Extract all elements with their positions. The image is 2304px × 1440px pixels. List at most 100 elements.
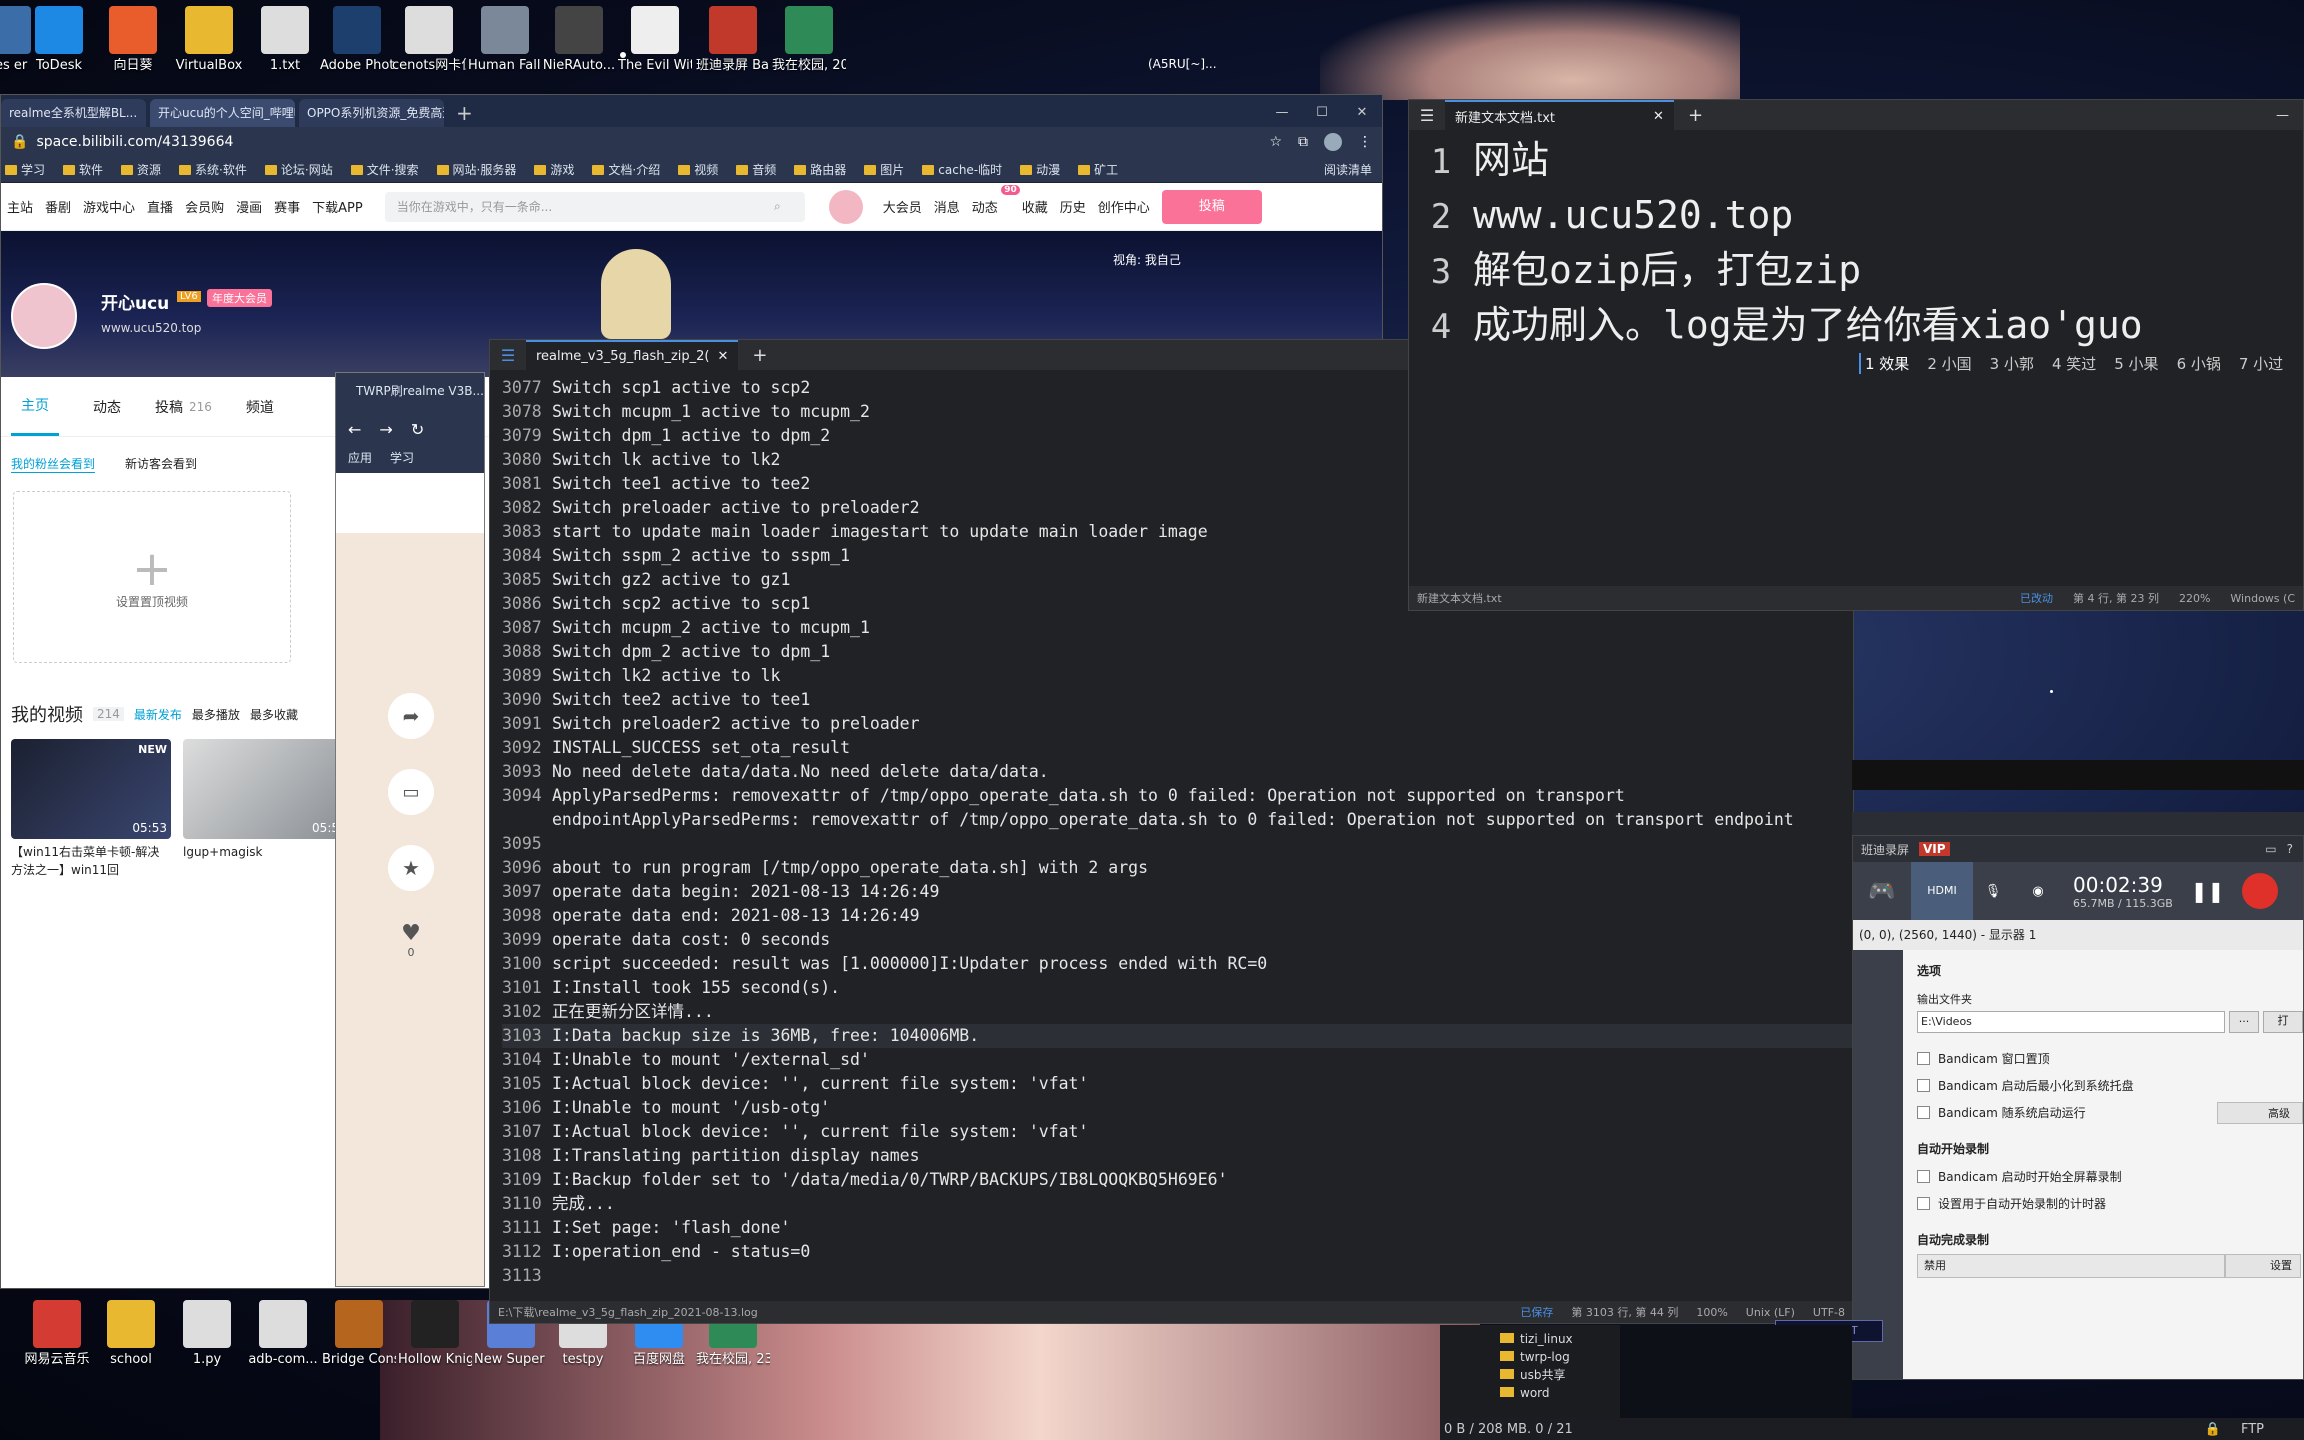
- bookmark-item[interactable]: 软件: [63, 161, 103, 178]
- log-line[interactable]: 3110 完成...: [502, 1192, 1853, 1216]
- desktop-icon[interactable]: VirtualBox: [172, 6, 246, 74]
- inner-browser-tab[interactable]: TWRP刷realme V3B...: [336, 373, 484, 409]
- share-icon[interactable]: ➦: [388, 693, 434, 739]
- open-folder-button[interactable]: 打: [2263, 1011, 2303, 1033]
- log-line[interactable]: 3091 Switch preloader2 active to preloade…: [502, 712, 1853, 736]
- hamburger-icon[interactable]: ☰: [1409, 106, 1445, 125]
- favorite-icon[interactable]: ★: [388, 845, 434, 891]
- menu-icon[interactable]: ⋮: [1358, 134, 1372, 150]
- minimize-icon[interactable]: —: [1262, 99, 1302, 127]
- profile-icon[interactable]: [1324, 133, 1342, 151]
- log-line[interactable]: 3107 I:Actual block device: '', current f…: [502, 1120, 1853, 1144]
- tab-close-icon[interactable]: ✕: [1653, 109, 1664, 124]
- note-content[interactable]: 1 网站 2 www.ucu520.top 3 解包ozip后，打包zip 4 成功刷入。lo…: [1409, 130, 2303, 354]
- ime-candidate[interactable]: 4 笑过: [2052, 353, 2096, 374]
- status-encoding[interactable]: UTF-8: [1813, 1306, 1845, 1319]
- bookmark-item[interactable]: 视频: [678, 161, 718, 178]
- bookmark-item[interactable]: 网站·服务器: [437, 161, 517, 178]
- nav-game[interactable]: 游戏中心: [83, 197, 135, 216]
- folder-item[interactable]: word: [1500, 1384, 1620, 1402]
- folder-item[interactable]: tizi_linux: [1500, 1330, 1620, 1348]
- folder-item[interactable]: usb共享: [1500, 1366, 1620, 1384]
- desktop-icon[interactable]: 1.txt: [248, 6, 322, 74]
- nav-main[interactable]: 主站: [7, 197, 33, 216]
- new-tab-icon[interactable]: +: [738, 345, 781, 366]
- nav-manga[interactable]: 漫画: [236, 197, 262, 216]
- log-line[interactable]: 3097 operate data begin: 2021-08-13 14:26…: [502, 880, 1853, 904]
- log-line[interactable]: 3112 I:operation_end - status=0: [502, 1240, 1853, 1264]
- nav-creator[interactable]: 创作中心: [1098, 197, 1150, 216]
- pause-icon[interactable]: ❚❚: [2191, 879, 2225, 903]
- search-icon[interactable]: ⌕: [774, 199, 781, 214]
- new-tab-icon[interactable]: +: [1674, 105, 1717, 126]
- apps-bookmark[interactable]: 应用: [348, 449, 372, 473]
- chk-minimize-tray[interactable]: Bandicam 启动后最小化到系统托盘: [1903, 1072, 2303, 1099]
- close-icon[interactable]: ✕: [1342, 99, 1382, 127]
- extensions-icon[interactable]: ⧉: [1298, 134, 1308, 150]
- desktop-icon[interactable]: 向日葵: [96, 6, 170, 74]
- note-line[interactable]: 2 www.ucu520.top: [1409, 189, 2303, 244]
- bookmark-item[interactable]: 论坛·网站: [265, 161, 333, 178]
- note-line[interactable]: 3 解包ozip后，打包zip: [1409, 244, 2303, 299]
- ftp-label[interactable]: FTP: [2241, 1422, 2264, 1437]
- comment-icon[interactable]: ▭: [388, 769, 434, 815]
- log-editor-tab[interactable]: realme_v3_5g_flash_zip_2( ✕: [526, 340, 739, 370]
- subtab-fans[interactable]: 我的粉丝会看到: [11, 455, 96, 473]
- chrome-tab-3[interactable]: OPPO系列机资源_免费高速下载...: [299, 99, 444, 127]
- hdmi-mode-icon[interactable]: HDMI: [1911, 862, 1973, 920]
- reload-icon[interactable]: ↻: [411, 420, 424, 439]
- profile-avatar[interactable]: [11, 283, 77, 349]
- desktop-icon[interactable]: 班迪录屏 Bandicam...: [696, 6, 770, 74]
- log-line[interactable]: 3098 operate data end: 2021-08-13 14:26:4…: [502, 904, 1853, 928]
- ime-candidate[interactable]: 1 效果: [1859, 353, 1909, 374]
- nav-shop[interactable]: 会员购: [185, 197, 224, 216]
- log-line[interactable]: 3087 Switch mcupm_2 active to mcupm_1: [502, 616, 1853, 640]
- log-line[interactable]: 3095: [502, 832, 1853, 856]
- desktop-icon[interactable]: ToDesk: [22, 6, 96, 74]
- desktop-icon[interactable]: 网易云音乐: [20, 1300, 94, 1368]
- view-select[interactable]: 视角: 我自己: [1113, 251, 1181, 268]
- nav-match[interactable]: 赛事: [274, 197, 300, 216]
- set-top-video-box[interactable]: + 设置置顶视频: [13, 491, 291, 663]
- log-line[interactable]: 3106 I:Unable to mount '/usb-otg': [502, 1096, 1853, 1120]
- minimize-icon[interactable]: —: [2262, 108, 2303, 123]
- log-line[interactable]: 3089 Switch lk2 active to lk: [502, 664, 1853, 688]
- search-input[interactable]: 当你在游戏中，只有一条命... ⌕: [384, 191, 805, 222]
- desktop-icon[interactable]: 1.py: [170, 1300, 244, 1368]
- desktop-icon[interactable]: Hollow Knight: [398, 1300, 472, 1368]
- stop-record-button[interactable]: [2242, 873, 2279, 909]
- ime-candidate[interactable]: 5 小果: [2114, 353, 2158, 374]
- note-line[interactable]: 4 成功刷入。log是为了给你看xiao'guo: [1409, 299, 2303, 354]
- bookmark-item[interactable]: cache-临时: [922, 161, 1002, 178]
- log-line[interactable]: 3109 I:Backup folder set to '/data/media/…: [502, 1168, 1853, 1192]
- log-line[interactable]: 3093 No need delete data/data.No need del…: [502, 760, 1853, 784]
- tab-close-icon[interactable]: ✕: [717, 349, 728, 364]
- star-icon[interactable]: ☆: [1269, 134, 1282, 150]
- tab-home[interactable]: 主页: [11, 377, 59, 436]
- log-line[interactable]: 3104 I:Unable to mount '/external_sd': [502, 1048, 1853, 1072]
- desktop-icon[interactable]: cenots网卡位置.txt: [392, 6, 466, 74]
- bookmark-item[interactable]: 路由器: [794, 161, 846, 178]
- chrome-tab-2[interactable]: 开心ucu的个人空间_哔哩哔哩_B...: [150, 99, 295, 127]
- desktop-icon[interactable]: NieRAuto...: [542, 6, 616, 74]
- sort-latest[interactable]: 最新发布: [134, 706, 182, 723]
- bookmark-item[interactable]: 文档·介绍: [592, 161, 660, 178]
- hamburger-icon[interactable]: ☰: [490, 346, 526, 365]
- upload-button[interactable]: 投稿: [1161, 189, 1262, 224]
- desktop-icon[interactable]: Adobe Photosh...: [320, 6, 394, 74]
- status-zoom[interactable]: 220%: [2179, 592, 2210, 605]
- nav-vip[interactable]: 大会员: [883, 197, 922, 216]
- folder-item[interactable]: twrp-log: [1500, 1348, 1620, 1366]
- sort-plays[interactable]: 最多播放: [192, 706, 240, 723]
- nav-history[interactable]: 历史: [1060, 197, 1086, 216]
- video-title[interactable]: lgup+magisk: [183, 843, 343, 861]
- tab-dynamic[interactable]: 动态: [93, 397, 121, 417]
- status-os[interactable]: Windows (C: [2230, 592, 2295, 605]
- log-line[interactable]: 3108 I:Translating partition display name…: [502, 1144, 1853, 1168]
- address-bar[interactable]: 🔒 space.bilibili.com/43139664 ☆ ⧉ ⋮: [1, 127, 1382, 157]
- back-icon[interactable]: ←: [348, 420, 361, 439]
- log-line[interactable]: 3094 ApplyParsedPerms: removexattr of /tm…: [502, 784, 1853, 808]
- log-line[interactable]: 3100 script succeeded: result was [1.0000…: [502, 952, 1853, 976]
- advanced-button[interactable]: 高级: [2217, 1101, 2303, 1124]
- status-position[interactable]: 第 4 行, 第 23 列: [2073, 590, 2159, 606]
